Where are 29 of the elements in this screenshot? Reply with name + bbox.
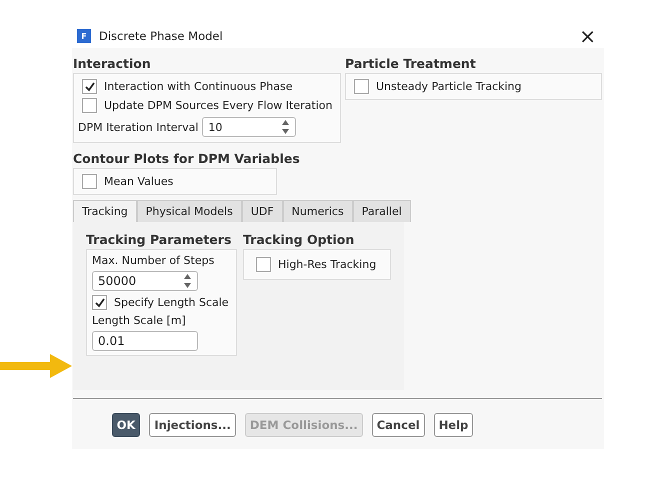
tab[interactable]: Parallel <box>352 200 411 222</box>
checkbox-label: Interaction with Continuous Phase <box>104 80 292 93</box>
section-heading: Particle Treatment <box>345 56 477 71</box>
checkbox-label: Unsteady Particle Tracking <box>376 80 522 93</box>
field-label: Max. Number of Steps <box>92 254 216 267</box>
section-heading: Tracking Option <box>243 232 356 247</box>
section-heading: Interaction <box>73 56 152 71</box>
tab[interactable]: Tracking <box>73 200 137 222</box>
checkbox-label: High-Res Tracking <box>278 258 376 271</box>
number-field[interactable]: 10 <box>202 117 296 137</box>
tab[interactable]: Numerics <box>282 200 353 222</box>
dialog-button[interactable]: Help <box>434 413 474 437</box>
ok-button[interactable]: OK <box>112 413 140 437</box>
dialog-button[interactable]: Cancel <box>372 413 425 437</box>
tab[interactable]: Physical Models <box>136 200 242 222</box>
field-label: Length Scale [m] <box>92 314 187 327</box>
checkbox-label: Specify Length Scale <box>114 296 229 309</box>
field-label: DPM Iteration Interval <box>78 120 198 134</box>
app-icon: F <box>77 29 91 43</box>
number-field[interactable]: 50000 <box>92 271 198 291</box>
window-title: Discrete Phase Model <box>99 29 224 43</box>
section-heading: Tracking Parameters <box>86 232 232 247</box>
tab[interactable]: UDF <box>242 200 283 222</box>
close-button[interactable]: × <box>579 26 596 46</box>
dialog-button[interactable]: Injections... <box>149 413 236 437</box>
section-heading: Contour Plots for DPM Variables <box>73 151 301 166</box>
text-field[interactable]: 0.01 <box>92 331 198 351</box>
checkbox-label: Mean Values <box>104 175 174 188</box>
checkbox-label: Update DPM Sources Every Flow Iteration <box>104 99 332 112</box>
